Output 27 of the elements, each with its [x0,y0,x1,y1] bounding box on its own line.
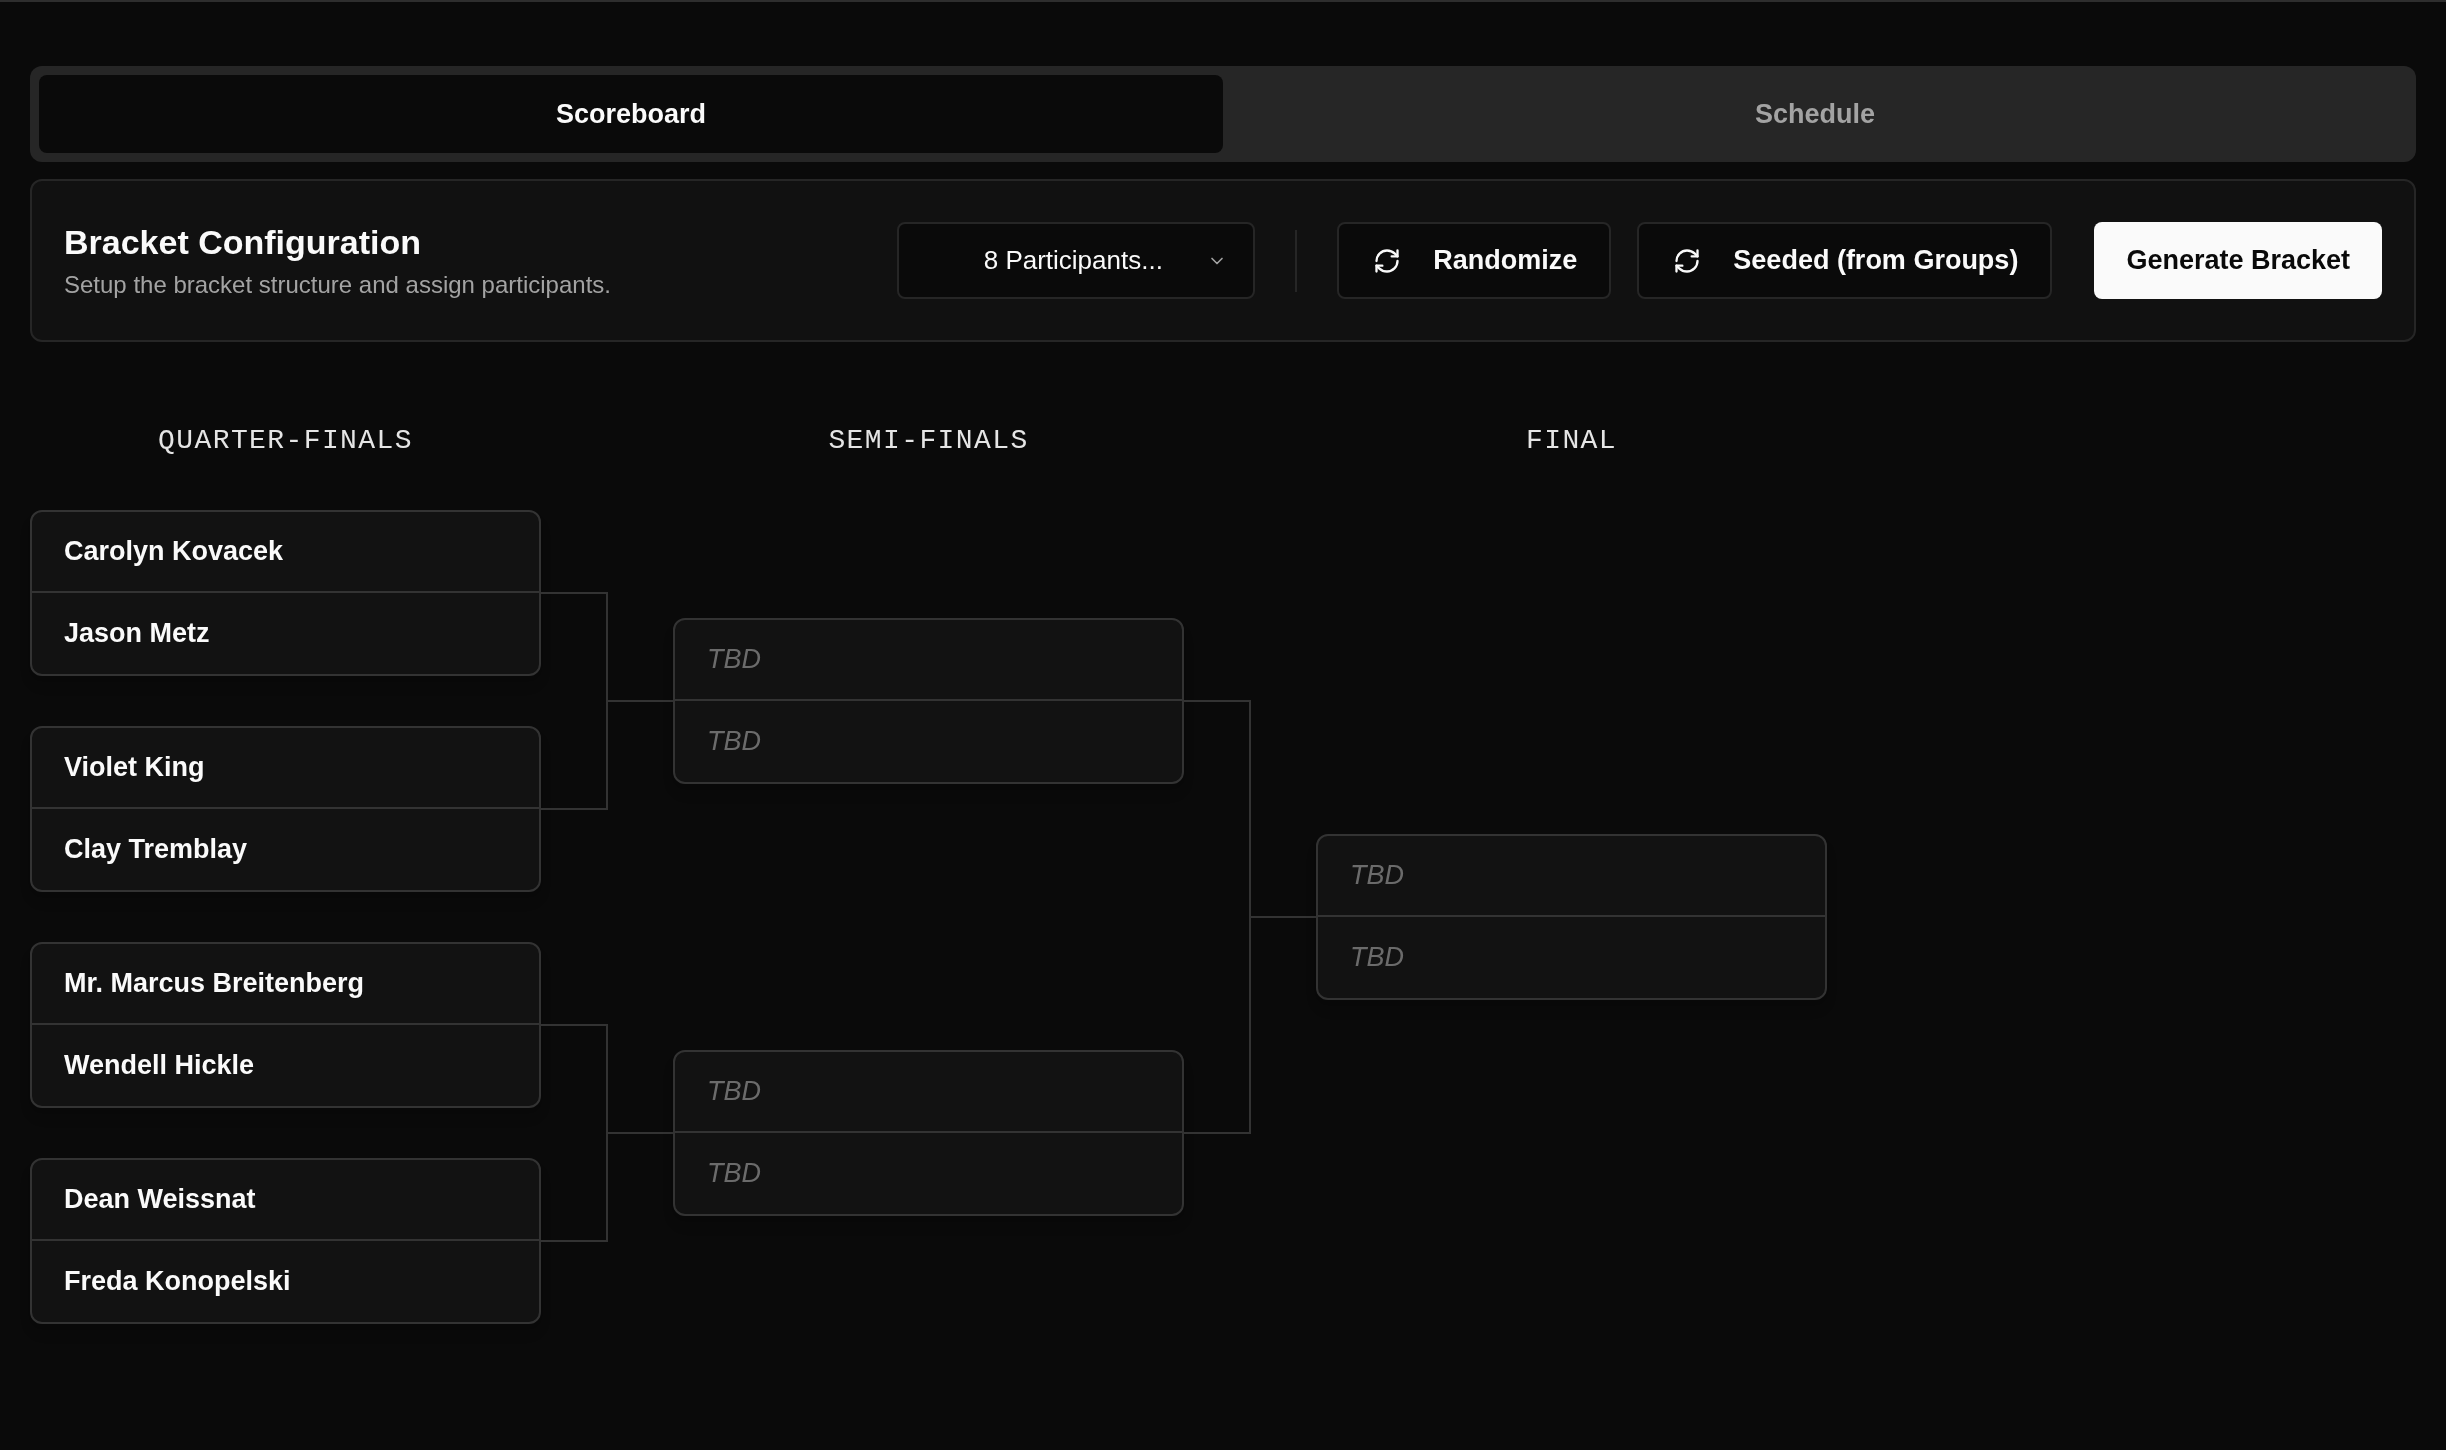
participant-name: Wendell Hickle [64,1052,255,1079]
placeholder-text: TBD [1350,862,1404,889]
card-subtitle: Setup the bracket structure and assign participants. [64,269,611,300]
refresh-icon [1373,246,1402,275]
placeholder-text: TBD [707,646,761,673]
participant-name: Dean Weissnat [64,1186,256,1213]
tab[interactable]: Schedule [1223,75,2407,153]
placeholder-text: TBD [707,728,761,755]
participant-name: Clay Tremblay [64,836,248,863]
placeholder-text: TBD [1350,944,1404,971]
refresh-icon [1673,246,1702,275]
action-button[interactable]: Randomize [1337,222,1612,299]
round-heading: QUARTER-FINALS [158,424,413,458]
participant-name: Freda Konopelski [64,1268,291,1295]
action-button[interactable]: Seeded (from Groups) [1637,222,2053,299]
generate-button[interactable]: Generate Bracket [2094,222,2382,299]
participants-select[interactable]: 8 Participants... [897,222,1256,299]
placeholder-text: TBD [707,1078,761,1105]
participant-name: Violet King [64,754,205,781]
round-heading: SEMI-FINALS [828,424,1029,458]
placeholder-text: TBD [707,1160,761,1187]
card-title: Bracket Configuration [64,222,423,264]
tab[interactable]: Scoreboard [39,75,1223,153]
participant-name: Jason Metz [64,620,210,647]
participant-name: Carolyn Kovacek [64,538,284,565]
participant-name: Mr. Marcus Breitenberg [64,970,365,997]
round-heading: FINAL [1526,424,1617,458]
